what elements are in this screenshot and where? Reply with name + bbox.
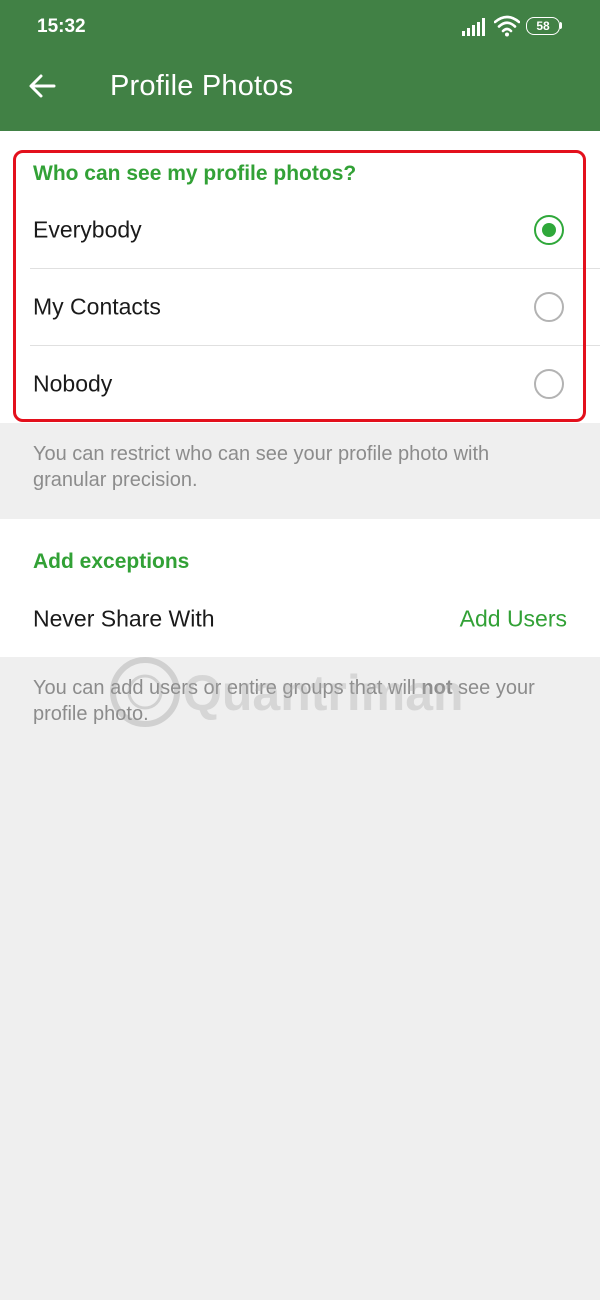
option-everybody[interactable]: Everybody xyxy=(0,192,600,268)
option-label: Everybody xyxy=(33,216,142,243)
privacy-card: Who can see my profile photos? Everybody… xyxy=(0,131,600,423)
never-share-row[interactable]: Never Share With Add Users xyxy=(0,581,600,657)
privacy-hint: You can restrict who can see your profil… xyxy=(33,443,490,491)
exceptions-card: Add exceptions Never Share With Add User… xyxy=(0,519,600,657)
privacy-section-header: Who can see my profile photos? xyxy=(33,162,357,185)
status-time: 15:32 xyxy=(37,16,86,37)
battery-icon: 58 xyxy=(526,17,562,35)
option-label: Nobody xyxy=(33,370,113,397)
exceptions-hint: You can add users or entire groups that … xyxy=(33,675,563,727)
hint-emphasis: not xyxy=(421,677,453,699)
radio-unselected-icon[interactable] xyxy=(534,292,564,322)
radio-unselected-icon[interactable] xyxy=(534,369,564,399)
back-arrow-icon[interactable] xyxy=(26,70,58,102)
signal-icon xyxy=(462,18,485,36)
wifi-icon xyxy=(494,15,520,37)
battery-tip xyxy=(560,22,562,29)
exceptions-section-header: Add exceptions xyxy=(33,550,190,573)
option-nobody[interactable]: Nobody xyxy=(0,346,600,422)
radio-dot xyxy=(542,223,556,237)
app-bar: 15:32 58 Profile Photos xyxy=(0,0,600,131)
never-share-label: Never Share With xyxy=(33,605,215,632)
radio-selected-icon[interactable] xyxy=(534,215,564,245)
option-label: My Contacts xyxy=(33,293,161,320)
status-bar: 15:32 58 xyxy=(0,0,600,56)
hint-text: You can add users or entire groups that … xyxy=(33,677,422,699)
option-my-contacts[interactable]: My Contacts xyxy=(0,269,600,345)
add-users-button[interactable]: Add Users xyxy=(460,606,567,633)
page-title: Profile Photos xyxy=(110,70,294,102)
battery-level: 58 xyxy=(526,17,560,35)
